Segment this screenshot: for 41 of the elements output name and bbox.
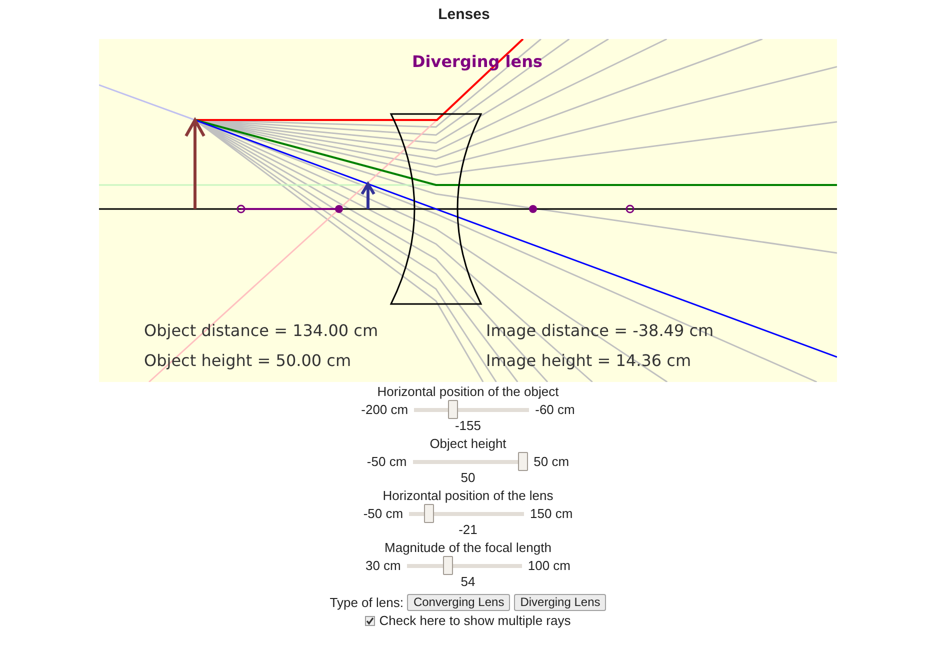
lens-type-button[interactable]: Diverging Lens [514,594,606,612]
multiple-rays-checkbox[interactable] [365,616,376,626]
slider[interactable] [412,452,528,471]
slider-max-label: -60 cm [535,400,575,419]
focal-point [529,205,537,213]
slider[interactable] [409,504,524,523]
slider-thumb[interactable] [442,556,453,575]
slider-value: 54 [460,576,476,588]
slider-min-label: 30 cm [365,556,401,575]
object-distance-text: Object distance = 134.00 cm [144,320,378,342]
image-arrow [360,181,376,210]
slider[interactable] [414,400,530,419]
slider-value: -155 [454,420,481,432]
focal-point [236,204,246,214]
lens-type-label: Type of lens: [330,594,404,612]
slider-label: Object height [430,436,506,451]
image-distance-text: Image distance = -38.49 cm [486,320,714,342]
object-height-text: Object height = 50.00 cm [144,350,352,372]
slider-value: -21 [458,524,478,536]
slider-min-label: -200 cm [361,400,408,419]
lens-type-button[interactable]: Converging Lens [407,594,510,612]
slider-label: Horizontal position of the lens [382,488,554,503]
slider-thumb[interactable] [424,504,434,523]
slider-value: 50 [460,472,476,484]
slider-max-label: 50 cm [534,452,570,471]
check-icon [366,616,374,624]
slider-min-label: -50 cm [363,504,404,523]
slider-max-label: 150 cm [530,504,573,523]
focal-point [335,205,343,213]
slider-label: Horizontal position of the object [377,384,559,399]
image-height-text: Image height = 14.36 cm [486,350,692,372]
page-title: Lenses [438,5,490,25]
focal-point [626,204,634,214]
multiple-rays-label: Check here to show multiple rays [379,612,571,630]
slider-thumb[interactable] [448,400,458,419]
slider-max-label: 100 cm [528,556,571,575]
slider-thumb[interactable] [518,452,528,471]
slider[interactable] [406,556,522,575]
slider-min-label: -50 cm [366,452,407,471]
lens-type-label: Diverging lens [412,51,543,73]
slider-label: Magnitude of the focal length [384,540,552,555]
